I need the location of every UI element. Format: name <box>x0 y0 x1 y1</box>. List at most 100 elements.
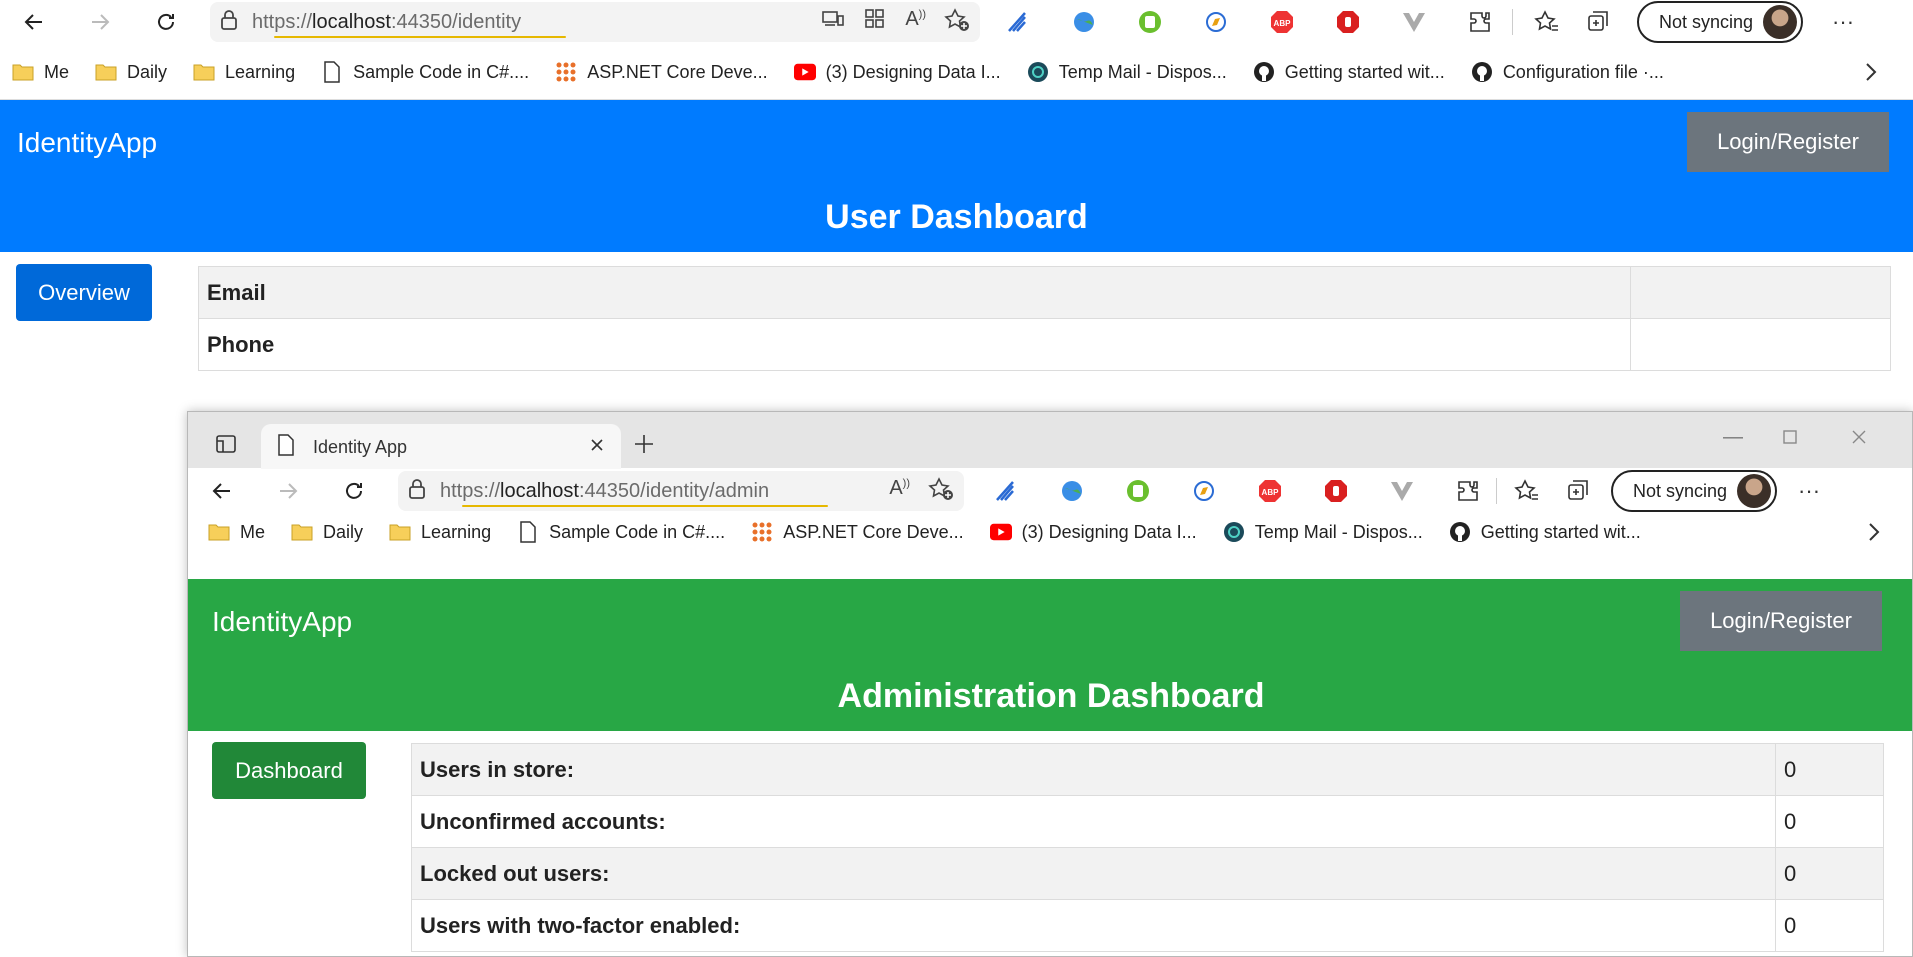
locked-out-users-label: Locked out users: <box>411 847 1776 900</box>
url-text[interactable]: https://localhost:44350/identity <box>252 11 521 34</box>
svg-text:ABP: ABP <box>1274 19 1292 28</box>
collections-icon[interactable] <box>1581 4 1617 40</box>
fav-item-aspnet[interactable]: ASP.NET Core Deve... <box>751 521 964 543</box>
fav-item-daily[interactable]: Daily <box>291 521 363 543</box>
fav-item-temp-mail[interactable]: Temp Mail - Dispos... <box>1027 61 1227 83</box>
back-icon[interactable] <box>202 471 242 511</box>
add-favorite-icon[interactable] <box>944 7 970 37</box>
overview-button[interactable]: Overview <box>16 264 152 321</box>
page-icon <box>321 61 343 83</box>
table-row: Phone <box>198 318 1891 371</box>
table-row: Locked out users: 0 <box>411 847 1884 900</box>
fav-item-temp-mail[interactable]: Temp Mail - Dispos... <box>1223 521 1423 543</box>
add-favorite-icon[interactable] <box>928 476 954 506</box>
extensions-icon[interactable] <box>1462 4 1498 40</box>
fav-item-youtube[interactable]: (3) Designing Data I... <box>793 61 1001 83</box>
login-register-button[interactable]: Login/Register <box>1687 112 1889 172</box>
collections-icon[interactable] <box>1561 473 1597 509</box>
fav-item-youtube[interactable]: (3) Designing Data I... <box>989 521 1197 543</box>
fav-item-sample-code[interactable]: Sample Code in C#.... <box>517 521 725 543</box>
folder-icon <box>95 61 117 83</box>
youtube-icon <box>989 521 1012 543</box>
chevron-right-icon[interactable] <box>1856 514 1892 550</box>
maximize-icon[interactable] <box>1770 422 1810 452</box>
apps-icon[interactable] <box>863 8 887 37</box>
fav-item-sample-code[interactable]: Sample Code in C#.... <box>321 61 529 83</box>
forward-icon[interactable] <box>80 2 120 42</box>
folder-icon <box>208 521 230 543</box>
refresh-icon[interactable] <box>334 471 374 511</box>
fav-item-github-started[interactable]: Getting started wit... <box>1253 61 1445 83</box>
admin-stats-table: Users in store: 0 Unconfirmed accounts: … <box>411 743 1884 952</box>
folder-icon <box>389 521 411 543</box>
close-window-icon[interactable] <box>1839 422 1879 452</box>
globe-extension-icon[interactable] <box>1066 4 1102 40</box>
pen-extension-icon[interactable] <box>988 473 1024 509</box>
github-icon <box>1253 61 1275 83</box>
youtube-icon <box>793 61 816 83</box>
fav-item-config-file[interactable]: Configuration file ·... <box>1471 61 1664 83</box>
green-extension-icon[interactable] <box>1120 473 1156 509</box>
users-in-store-label: Users in store: <box>411 743 1776 796</box>
profile-sync-button[interactable]: Not syncing <box>1637 1 1804 43</box>
tab-identity-app[interactable]: Identity App <box>261 424 621 470</box>
extensions-icon[interactable] <box>1450 473 1486 509</box>
fav-item-learning[interactable]: Learning <box>193 61 295 83</box>
table-row: Email <box>198 266 1891 319</box>
favorites-icon[interactable] <box>1529 4 1565 40</box>
fav-item-aspnet[interactable]: ASP.NET Core Deve... <box>555 61 768 83</box>
phone-value <box>1630 318 1891 371</box>
locked-out-users-value: 0 <box>1775 847 1884 900</box>
forward-icon[interactable] <box>268 471 308 511</box>
profile-sync-button[interactable]: Not syncing <box>1611 470 1778 512</box>
compass-extension-icon[interactable] <box>1186 473 1222 509</box>
chevron-right-icon[interactable] <box>1853 54 1889 90</box>
globe-extension-icon[interactable] <box>1054 473 1090 509</box>
table-row: Users in store: 0 <box>411 743 1884 796</box>
fav-item-learning[interactable]: Learning <box>389 521 491 543</box>
sync-label: Not syncing <box>1633 480 1728 501</box>
dashboard-button[interactable]: Dashboard <box>212 742 366 799</box>
compass-extension-icon[interactable] <box>1198 4 1234 40</box>
login-register-button[interactable]: Login/Register <box>1680 591 1882 651</box>
read-aloud-icon[interactable]: A)) <box>905 8 926 37</box>
vue-devtools-icon[interactable] <box>1396 4 1432 40</box>
fav-item-github-started[interactable]: Getting started wit... <box>1449 521 1641 543</box>
folder-icon <box>291 521 313 543</box>
brand-link[interactable]: IdentityApp <box>17 127 157 159</box>
green-extension-icon[interactable] <box>1132 4 1168 40</box>
fav-item-me[interactable]: Me <box>12 61 69 83</box>
favorites-icon[interactable] <box>1509 473 1545 509</box>
device-icon[interactable] <box>821 8 845 37</box>
page-title: User Dashboard <box>825 198 1088 236</box>
tab-actions-icon[interactable] <box>208 426 244 462</box>
tab-strip: Identity App — <box>188 412 1912 470</box>
lock-icon <box>220 9 238 35</box>
more-menu-icon[interactable]: ··· <box>1791 473 1827 509</box>
url-underline <box>274 36 566 38</box>
vue-devtools-icon[interactable] <box>1384 473 1420 509</box>
adblock-plus-icon[interactable]: ABP <box>1252 473 1288 509</box>
new-tab-icon[interactable] <box>626 426 662 462</box>
brand-link[interactable]: IdentityApp <box>212 606 352 638</box>
refresh-icon[interactable] <box>146 2 186 42</box>
adblock-plus-icon[interactable]: ABP <box>1264 4 1300 40</box>
url-text[interactable]: https://localhost:44350/identity/admin <box>440 480 769 503</box>
address-bar[interactable]: https://localhost:44350/identity/admin A… <box>398 471 964 511</box>
adblock-hand-icon[interactable] <box>1318 473 1354 509</box>
close-tab-icon[interactable] <box>589 437 605 458</box>
adblock-hand-icon[interactable] <box>1330 4 1366 40</box>
github-icon <box>1449 521 1471 543</box>
read-aloud-icon[interactable]: A)) <box>889 477 910 506</box>
second-browser-toolbar: https://localhost:44350/identity/admin A… <box>188 469 1912 513</box>
second-browser-window: Identity App — https://localhost:44350/i… <box>187 411 1913 957</box>
pen-extension-icon[interactable] <box>1000 4 1036 40</box>
address-bar[interactable]: https://localhost:44350/identity A)) <box>210 2 980 42</box>
back-icon[interactable] <box>14 2 54 42</box>
fav-item-daily[interactable]: Daily <box>95 61 167 83</box>
fav-item-me[interactable]: Me <box>208 521 265 543</box>
minimize-icon[interactable]: — <box>1713 422 1753 452</box>
more-menu-icon[interactable]: ··· <box>1825 4 1861 40</box>
unconfirmed-accounts-label: Unconfirmed accounts: <box>411 795 1776 848</box>
second-favorites-bar: Me Daily Learning Sample Code in C#.... … <box>188 512 1912 552</box>
